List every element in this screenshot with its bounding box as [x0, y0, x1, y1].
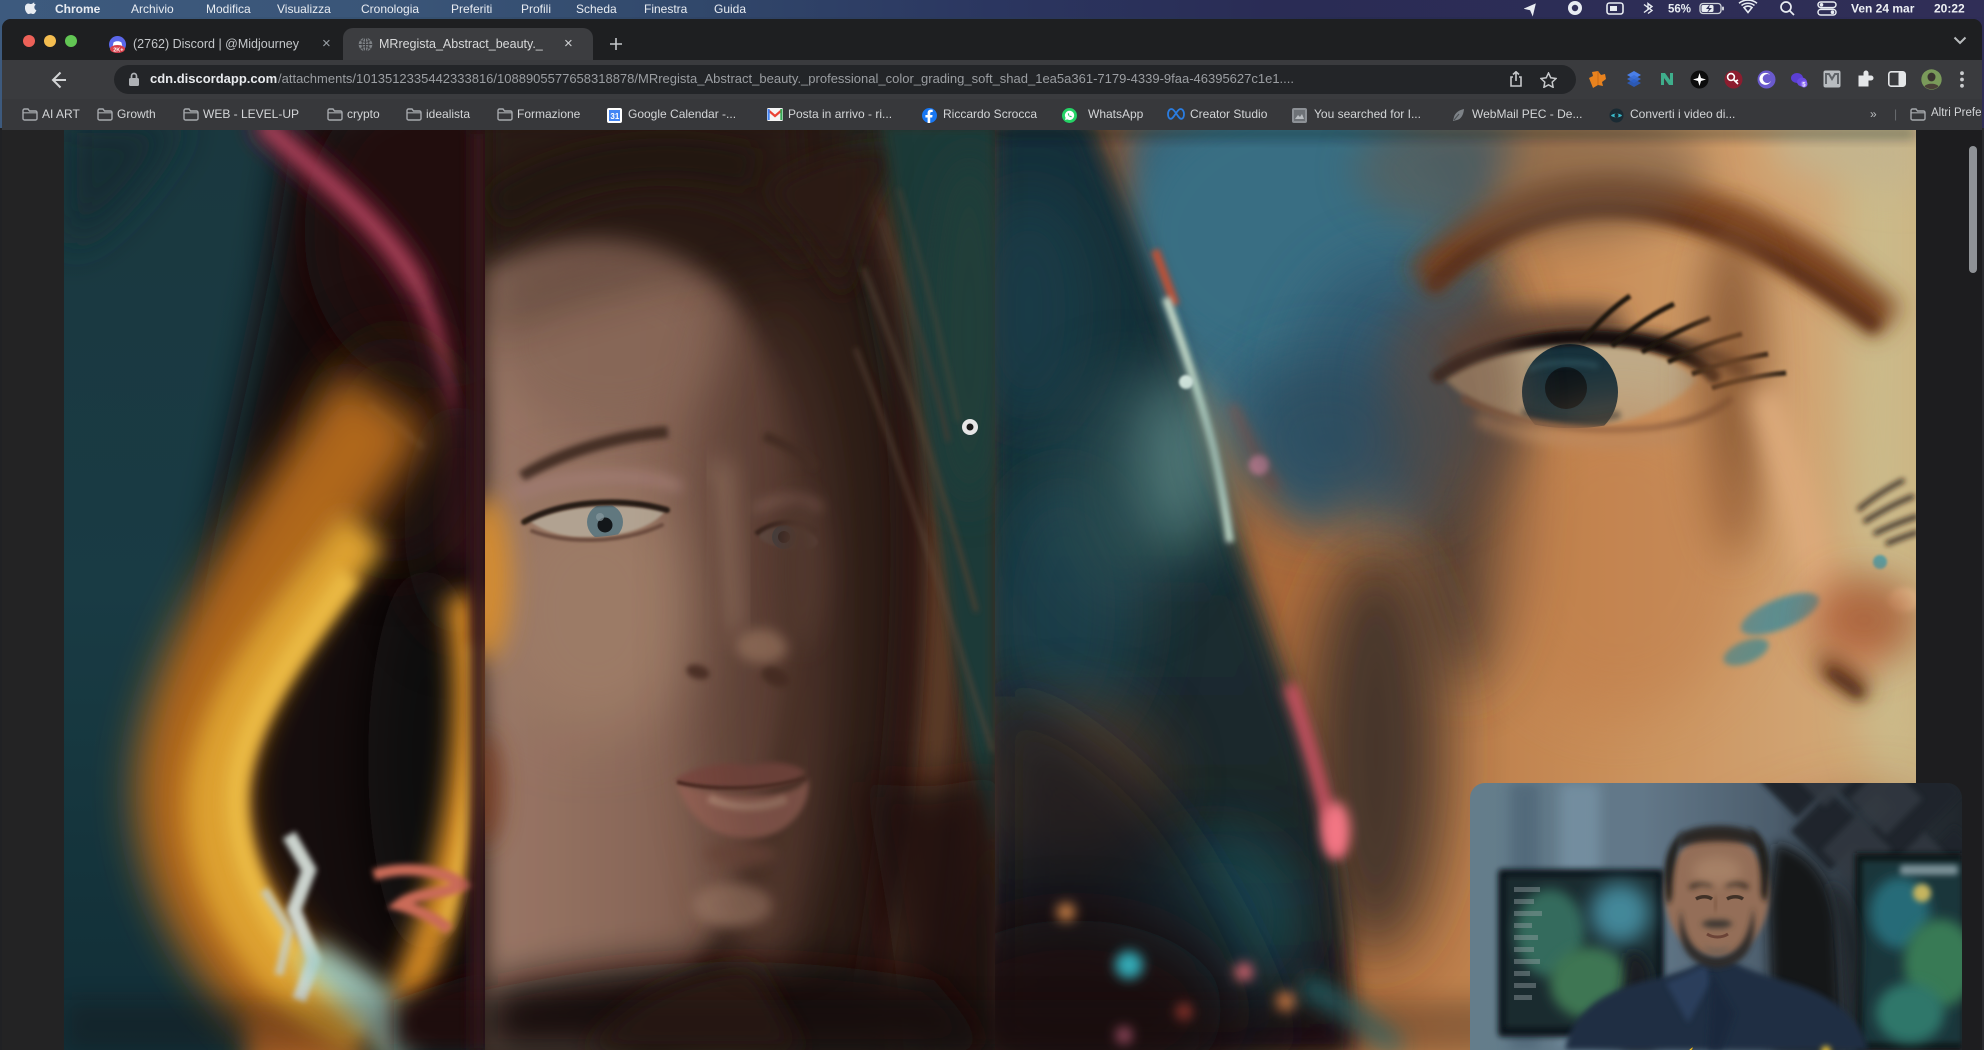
svg-text:31: 31: [610, 112, 619, 121]
svg-text:2K+: 2K+: [113, 47, 123, 53]
svg-text:Ven 24 mar: Ven 24 mar: [1851, 2, 1915, 16]
svg-text:56%: 56%: [1668, 4, 1691, 16]
svg-text:20:22: 20:22: [1934, 2, 1965, 16]
